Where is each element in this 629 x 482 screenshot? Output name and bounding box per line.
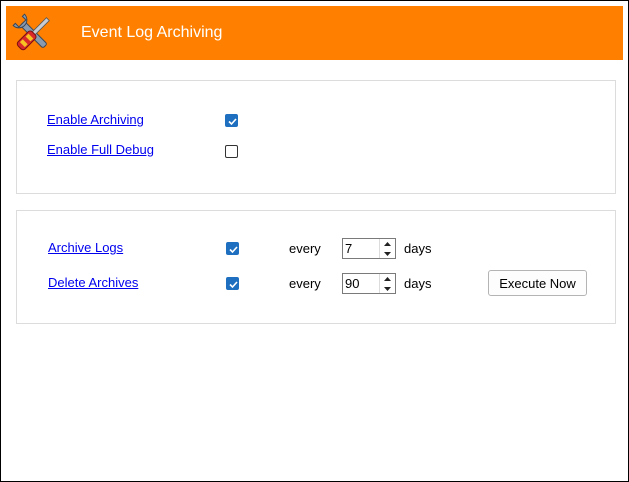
archive-days-input[interactable] [343,239,381,258]
event-log-archiving-window: Event Log Archiving Enable Archiving Ena… [0,0,629,482]
checkmark-icon [229,281,238,289]
header-bar: Event Log Archiving [6,6,623,60]
delete-days-stepper[interactable] [342,273,396,294]
schedule-group: Archive Logs every days Delete Archives [16,210,616,324]
archive-days-unit: days [404,241,432,256]
stepper-arrows [379,274,395,293]
enable-archiving-link[interactable]: Enable Archiving [47,112,144,127]
decrement-arrow-icon[interactable] [380,249,395,258]
archive-logs-link[interactable]: Archive Logs [48,240,123,255]
increment-arrow-icon[interactable] [380,239,395,248]
delete-archives-link[interactable]: Delete Archives [48,275,138,290]
enable-full-debug-link[interactable]: Enable Full Debug [47,142,154,157]
enable-archiving-checkbox[interactable] [225,114,238,127]
archive-days-stepper[interactable] [342,238,396,259]
stepper-arrows [379,239,395,258]
archive-logs-checkbox[interactable] [226,242,239,255]
delete-days-unit: days [404,276,432,291]
tools-icon [12,13,50,51]
delete-every-label: every [289,276,321,291]
execute-now-button[interactable]: Execute Now [488,270,587,296]
delete-archives-checkbox[interactable] [226,277,239,290]
general-settings-group: Enable Archiving Enable Full Debug [16,80,616,194]
increment-arrow-icon[interactable] [380,274,395,283]
archive-every-label: every [289,241,321,256]
delete-days-input[interactable] [343,274,381,293]
decrement-arrow-icon[interactable] [380,284,395,293]
checkmark-icon [228,118,237,126]
page-title: Event Log Archiving [81,24,223,41]
enable-full-debug-checkbox[interactable] [225,145,238,158]
checkmark-icon [229,246,238,254]
